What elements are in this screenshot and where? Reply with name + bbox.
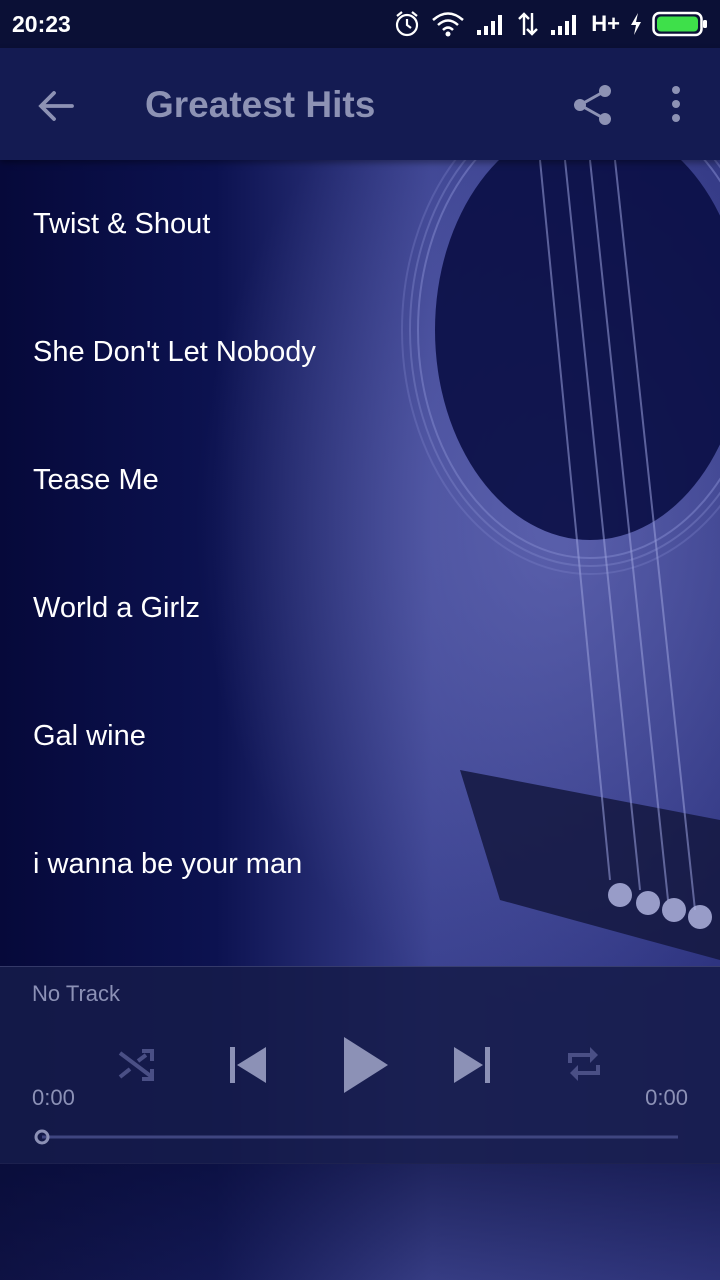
elapsed-time: 0:00 [32,1085,75,1110]
share-icon[interactable] [570,82,616,128]
page-title: Greatest Hits [145,84,376,125]
repeat-icon[interactable] [564,1043,604,1085]
status-time: 20:23 [12,11,71,37]
skip-previous-icon[interactable] [228,1044,268,1086]
back-arrow-icon[interactable] [34,84,78,128]
battery-icon [652,11,707,37]
shuffle-icon[interactable] [116,1045,156,1085]
status-icons: H+ [393,9,708,39]
status-bar: 20:23 H+ [0,0,720,48]
track-item[interactable]: Tease Me [0,416,720,544]
app-bar: Greatest Hits [0,48,720,160]
network-type-label: H+ [591,11,620,36]
skip-next-icon[interactable] [452,1044,492,1086]
bottom-background [0,1163,720,1280]
alarm-icon [396,11,419,37]
track-item[interactable]: Twist & Shout [0,160,720,288]
track-item[interactable]: Gal wine [0,672,720,800]
now-playing-label: No Track [32,981,121,1006]
play-icon[interactable] [342,1035,390,1095]
seek-bar[interactable] [34,1129,680,1145]
signal-icon [551,15,577,35]
data-arrows-icon [518,12,539,36]
charging-icon [631,13,641,35]
duration-time: 0:00 [645,1085,688,1110]
track-list: Twist & Shout She Don't Let Nobody Tease… [0,160,720,928]
player-panel: No Track 0:00 0:00 [0,966,720,1164]
more-vert-icon[interactable] [664,82,688,128]
wifi-icon [432,12,465,37]
signal-icon [477,15,503,35]
track-item[interactable]: She Don't Let Nobody [0,288,720,416]
track-item[interactable]: i wanna be your man [0,800,720,928]
track-item[interactable]: World a Girlz [0,544,720,672]
